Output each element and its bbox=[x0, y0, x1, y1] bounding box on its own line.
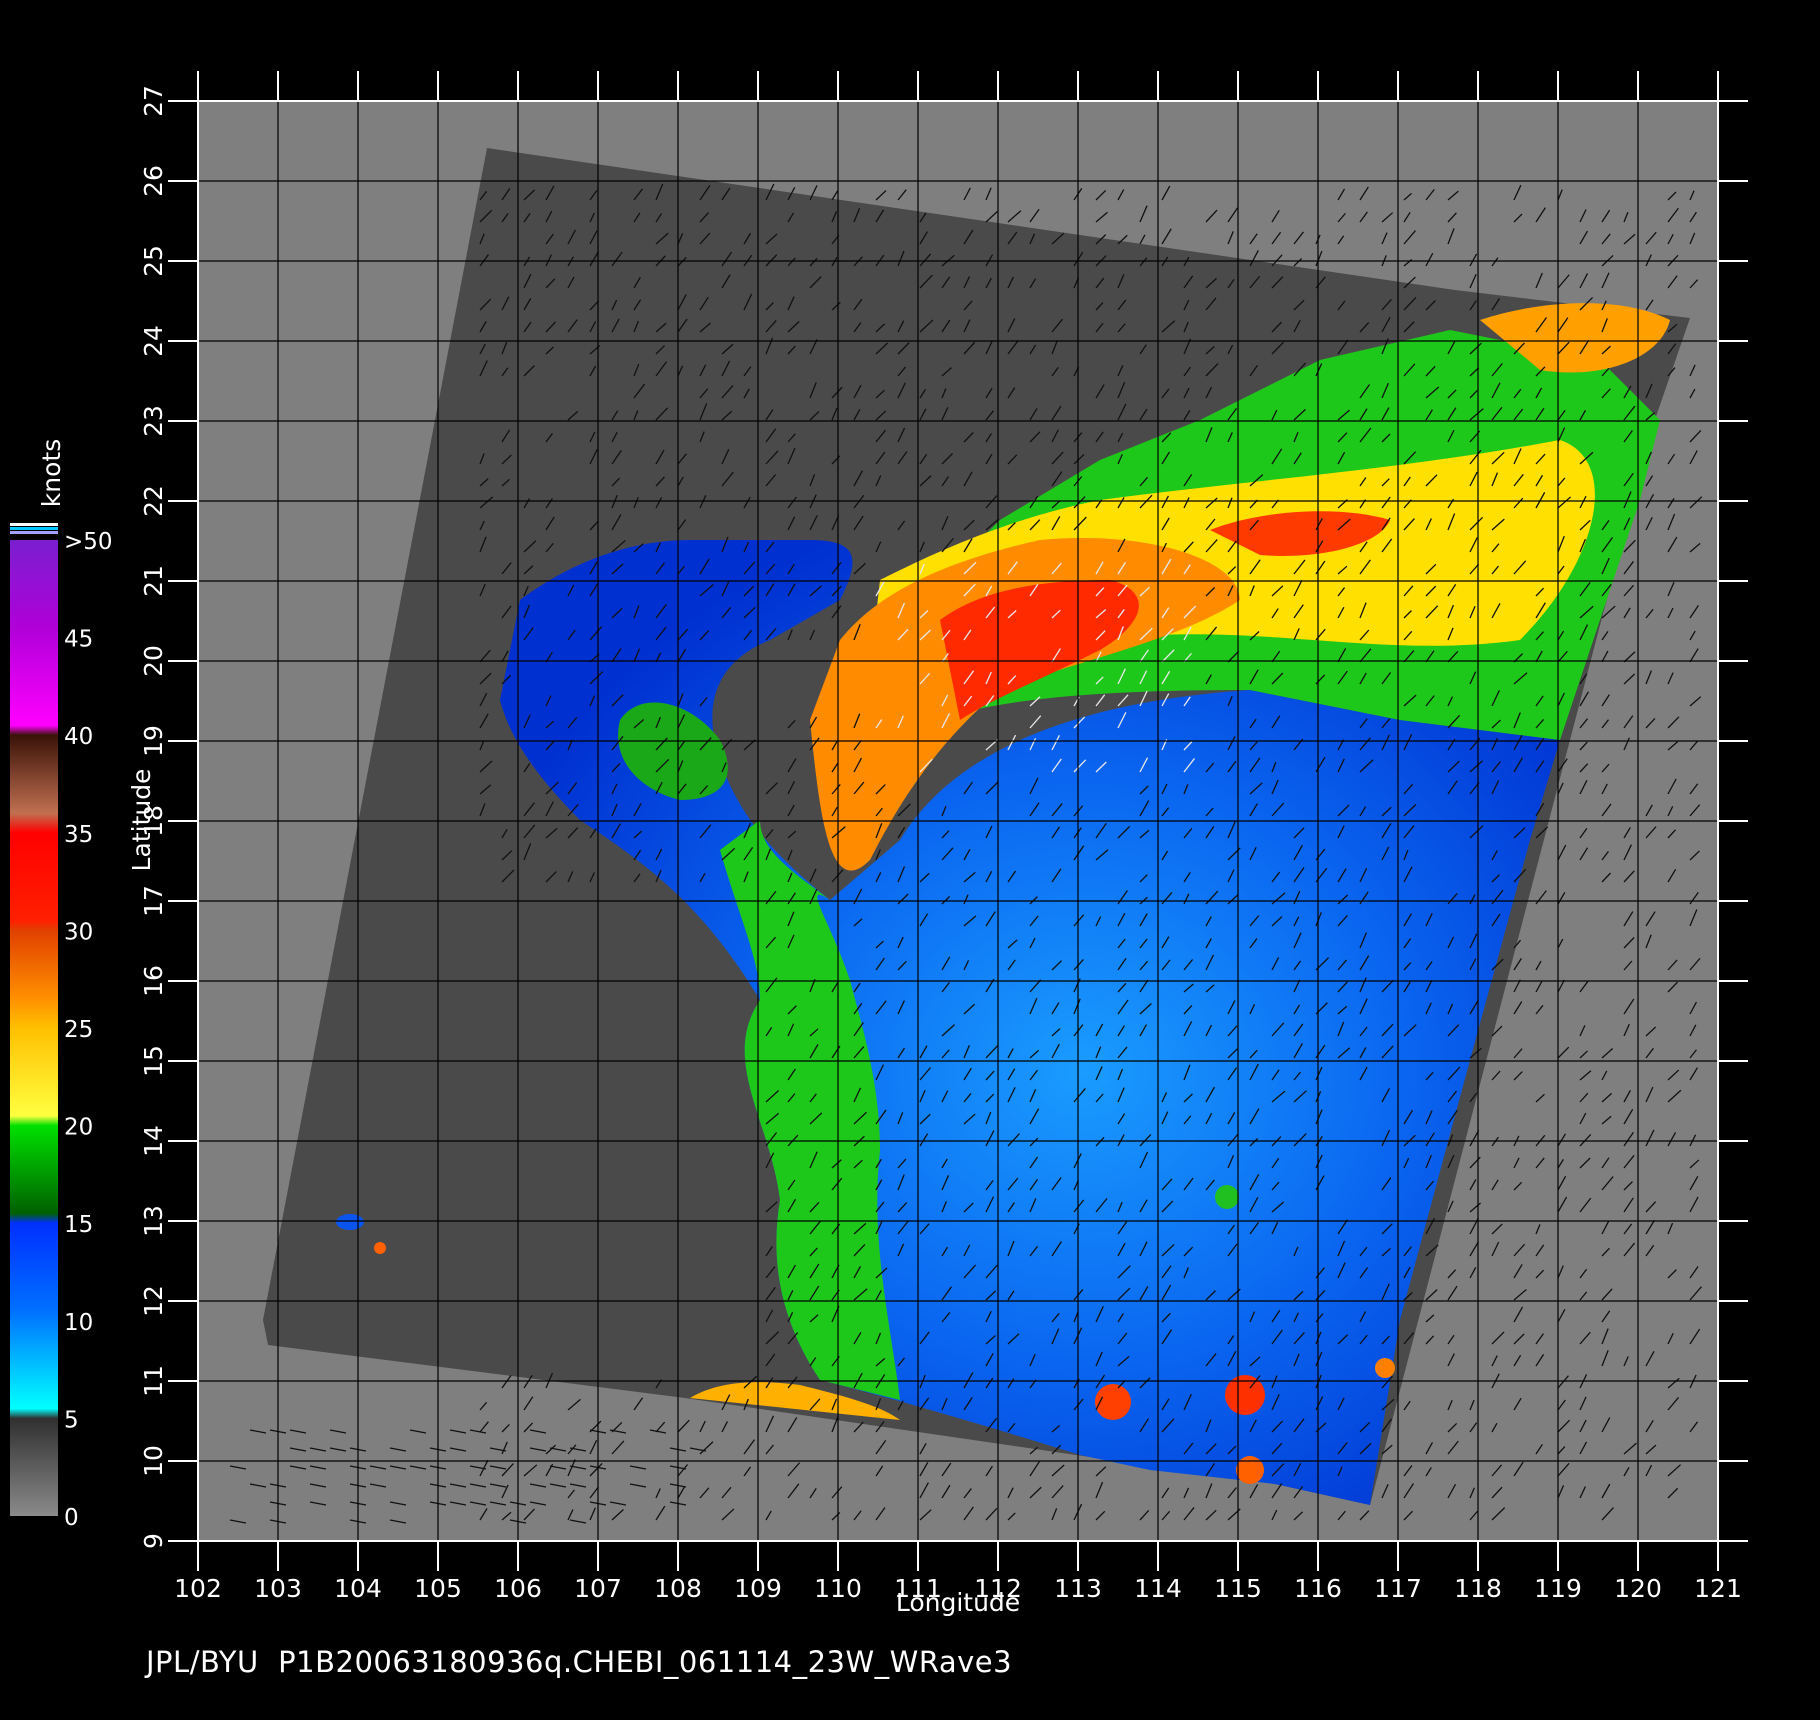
y-axis-label: Latitude bbox=[127, 769, 156, 872]
x-tick-label: 113 bbox=[1054, 1574, 1102, 1603]
x-tick-label: 102 bbox=[174, 1574, 222, 1603]
x-tick-label: 120 bbox=[1614, 1574, 1662, 1603]
x-tick-label: 119 bbox=[1534, 1574, 1582, 1603]
y-tick-label: 11 bbox=[139, 1365, 168, 1397]
y-tick-label: 9 bbox=[139, 1533, 168, 1549]
colorbar-cap bbox=[10, 523, 58, 526]
footer-filename: P1B20063180936q.CHEBI_061114_23W_WRave3 bbox=[278, 1645, 1013, 1679]
x-tick-label: 109 bbox=[734, 1574, 782, 1603]
colorbar-label: 20 bbox=[64, 1115, 93, 1141]
colorbar-label: 0 bbox=[64, 1505, 79, 1531]
x-tick-label: 118 bbox=[1454, 1574, 1502, 1603]
x-tick-label: 116 bbox=[1294, 1574, 1342, 1603]
footer: JPL/BYU P1B20063180936q.CHEBI_061114_23W… bbox=[146, 1645, 1012, 1679]
x-tick-label: 110 bbox=[814, 1574, 862, 1603]
x-tick-label: 104 bbox=[334, 1574, 382, 1603]
colorbar-label: 40 bbox=[64, 724, 93, 750]
footer-credit: JPL/BYU bbox=[146, 1645, 259, 1679]
x-tick-label: 114 bbox=[1134, 1574, 1182, 1603]
y-tick-label: 22 bbox=[139, 485, 168, 517]
island-wind-blue bbox=[336, 1214, 364, 1230]
y-tick-label: 19 bbox=[139, 725, 168, 757]
x-tick-label: 105 bbox=[414, 1574, 462, 1603]
colorbar-gradient bbox=[10, 540, 58, 1516]
colorbar: knots >50 45 40 35 30 25 20 15 10 5 0 bbox=[10, 439, 113, 1531]
x-axis-label: Longitude bbox=[896, 1588, 1020, 1617]
y-tick-label: 24 bbox=[139, 325, 168, 357]
colorbar-label: 25 bbox=[64, 1017, 93, 1043]
colorbar-title: knots bbox=[37, 439, 66, 507]
x-tick-label: 115 bbox=[1214, 1574, 1262, 1603]
storm-cell bbox=[1215, 1185, 1239, 1209]
colorbar-label: 5 bbox=[64, 1407, 79, 1433]
storm-cell bbox=[1375, 1358, 1395, 1378]
y-tick-label: 20 bbox=[139, 645, 168, 677]
y-tick-label: 25 bbox=[139, 245, 168, 277]
x-tick-label: 121 bbox=[1694, 1574, 1742, 1603]
colorbar-cap bbox=[10, 531, 58, 534]
x-tick-label: 106 bbox=[494, 1574, 542, 1603]
storm-cell bbox=[374, 1242, 386, 1254]
colorbar-label: 10 bbox=[64, 1310, 93, 1336]
colorbar-labels: >50 45 40 35 30 25 20 15 10 5 0 bbox=[64, 529, 113, 1531]
colorbar-label: 45 bbox=[64, 627, 93, 653]
y-tick-label: 21 bbox=[139, 565, 168, 597]
y-tick-label: 13 bbox=[139, 1205, 168, 1237]
y-tick-label: 23 bbox=[139, 405, 168, 437]
y-tick-label: 12 bbox=[139, 1285, 168, 1317]
storm-cell bbox=[1236, 1456, 1264, 1484]
x-tick-label: 117 bbox=[1374, 1574, 1422, 1603]
colorbar-cap bbox=[10, 527, 58, 530]
colorbar-label: 35 bbox=[64, 822, 93, 848]
colorbar-label: >50 bbox=[64, 529, 113, 555]
y-tick-label: 15 bbox=[139, 1045, 168, 1077]
y-tick-label: 16 bbox=[139, 965, 168, 997]
y-tick-label: 17 bbox=[139, 885, 168, 917]
y-tick-label: 27 bbox=[139, 85, 168, 117]
wind-map-figure: 102 103 104 105 106 107 108 109 110 111 112 113 114 1… bbox=[10, 71, 1748, 1617]
colorbar-label: 30 bbox=[64, 919, 93, 945]
x-tick-label: 107 bbox=[574, 1574, 622, 1603]
x-tick-label: 103 bbox=[254, 1574, 302, 1603]
colorbar-label: 15 bbox=[64, 1212, 93, 1238]
x-tick-label: 108 bbox=[654, 1574, 702, 1603]
y-tick-label: 14 bbox=[139, 1125, 168, 1157]
y-tick-label: 10 bbox=[139, 1445, 168, 1477]
y-tick-label: 26 bbox=[139, 165, 168, 197]
